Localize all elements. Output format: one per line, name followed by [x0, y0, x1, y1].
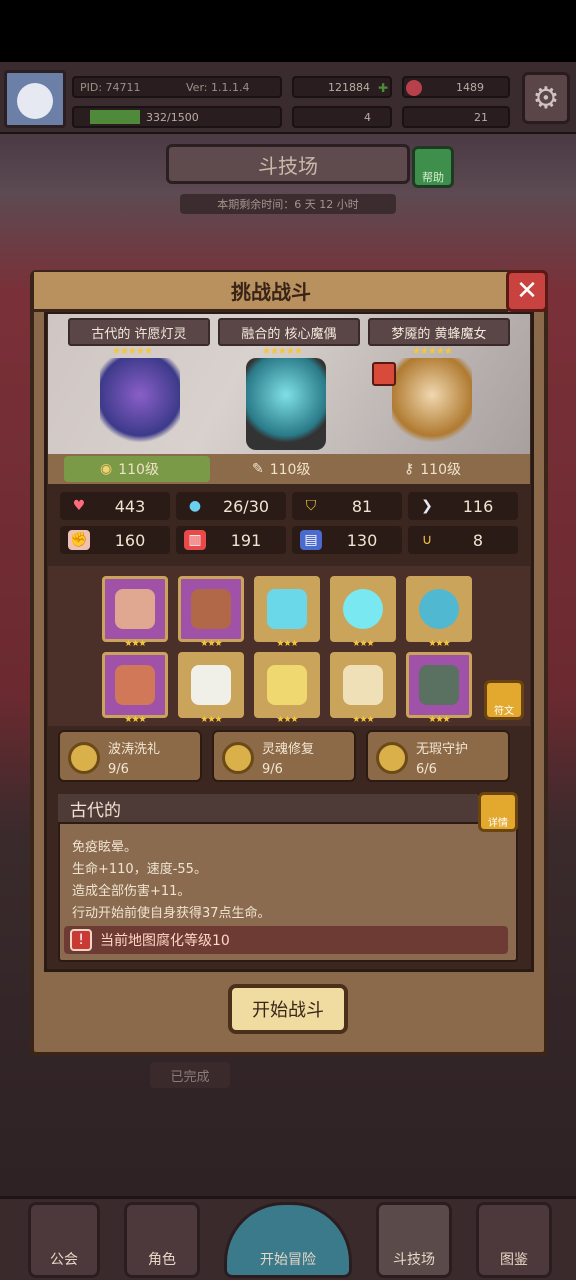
belt-icon — [343, 665, 383, 705]
warning-icon: ! — [70, 929, 92, 951]
angel-armor-item[interactable]: ★★★ — [178, 652, 244, 725]
dragon-helm-item[interactable]: ★★★ — [102, 652, 168, 725]
char-name-2: 融合的 核心魔偶 — [218, 318, 360, 346]
stat-luck: ∪ 8 — [408, 526, 518, 554]
desc-line-3: 造成全部伤害+11。 — [72, 884, 191, 899]
heart-amulet-icon — [267, 589, 307, 629]
description-title: 古代的 — [58, 794, 478, 824]
level-2: ✎ 110级 — [252, 461, 311, 478]
level-1: ◉ 110级 — [100, 461, 159, 478]
pid-text: PID: 74711 — [80, 81, 141, 94]
crystal-orb-icon — [343, 589, 383, 629]
stat-magic: ▥ 191 — [176, 526, 286, 554]
exp-bar: 332/1500 — [72, 106, 282, 128]
wing-icon: ❯ — [421, 498, 433, 514]
nav-arena[interactable]: 斗技场 — [376, 1202, 452, 1278]
player-avatar[interactable] — [4, 70, 66, 128]
nav-codex[interactable]: 图鉴 — [476, 1202, 552, 1278]
set-bonus-1[interactable]: 波涛洗礼 9/6 — [58, 730, 202, 782]
gem-counter: 1489 — [402, 76, 510, 98]
nav-character[interactable]: 角色 — [124, 1202, 200, 1278]
char-name-1: 古代的 许愿灯灵 — [68, 318, 210, 346]
corruption-warning: ! 当前地图腐化等级10 — [64, 926, 508, 954]
scroll-icon: ▤ — [300, 530, 322, 550]
leaf-icon: ✎ — [252, 461, 264, 477]
scroll-item[interactable]: ★★★ — [254, 652, 320, 725]
heart-icon: ♥ — [72, 498, 86, 514]
coin-icon — [68, 742, 100, 774]
scroll-item-icon — [267, 665, 307, 705]
clover-counter: 4 — [292, 106, 392, 128]
rune-button[interactable]: 符文 — [484, 680, 524, 720]
clover-icon: ✚ — [378, 81, 389, 95]
boots-icon — [419, 665, 459, 705]
char-stars-2: ★★★★★ — [262, 346, 303, 357]
desc-line-2: 生命+110，速度-55。 — [72, 862, 207, 877]
exp-fill — [90, 110, 140, 124]
core-golem-sprite[interactable] — [246, 358, 326, 450]
urn-icon — [191, 589, 231, 629]
hornet-witch-sprite[interactable] — [392, 358, 472, 450]
version-text: Ver: 1.1.1.4 — [186, 81, 250, 94]
lamp-genie-sprite[interactable] — [100, 358, 180, 450]
dialog-title: 挑战战斗 — [34, 272, 508, 312]
level-3: ⚷ 110级 — [404, 461, 461, 478]
close-button[interactable]: ✕ — [506, 270, 548, 312]
desc-line-1: 免疫眩晕。 — [72, 840, 138, 855]
fist-icon: ✊ — [68, 530, 90, 550]
mana-drop-icon: ● — [188, 498, 202, 514]
help-button[interactable]: 帮助 — [412, 146, 454, 188]
nav-guild[interactable]: 公会 — [28, 1202, 100, 1278]
key-icon: ⚷ — [404, 461, 415, 477]
stat-hp: ♥ 443 — [60, 492, 170, 520]
boots-item[interactable]: ★★★ — [406, 652, 472, 725]
ticket-counter: 21 — [402, 106, 510, 128]
coin-icon — [222, 742, 254, 774]
shield-icon: ⛉ — [305, 498, 317, 514]
staff-icon — [115, 589, 155, 629]
gear-icon[interactable]: ⚙ — [522, 72, 570, 124]
gold-counter: 121884 ✚ — [292, 76, 392, 98]
staff-item[interactable]: ★★★ — [102, 576, 168, 649]
stat-attack: ✊ 160 — [60, 526, 170, 554]
char-stars-1: ★★★★★ — [112, 346, 153, 357]
crystal-orb-item[interactable]: ★★★ — [330, 576, 396, 649]
help-label: 帮助 — [422, 171, 444, 184]
season-timer: 本期剩余时间：6 天 12 小时 — [180, 194, 396, 214]
pid-version-bar: PID: 74711 Ver: 1.1.1.4 — [72, 76, 282, 98]
treasure-chest-icon[interactable] — [372, 362, 396, 386]
desc-line-4: 行动开始前使自身获得37点生命。 — [72, 906, 271, 921]
detail-button[interactable]: 详情 — [478, 792, 518, 832]
gem-icon — [406, 80, 422, 96]
coin-icon — [376, 742, 408, 774]
horseshoe-icon: ∪ — [421, 532, 433, 548]
exp-text: 332/1500 — [146, 111, 199, 124]
char-name-3: 梦魇的 黄蜂魔女 — [368, 318, 510, 346]
dragon-helm-icon — [115, 665, 155, 705]
arena-title: 斗技场 — [166, 144, 410, 184]
char-stars-3: ★★★★★ — [412, 346, 453, 357]
set-bonus-2[interactable]: 灵魂修复 9/6 — [212, 730, 356, 782]
stat-resist: ▤ 130 — [292, 526, 402, 554]
start-battle-button[interactable]: 开始战斗 — [228, 984, 348, 1034]
book-icon: ▥ — [184, 530, 206, 550]
medal-icon: ◉ — [100, 461, 113, 477]
set-bonus-3[interactable]: 无瑕守护 6/6 — [366, 730, 510, 782]
belt-item[interactable]: ★★★ — [330, 652, 396, 725]
heart-amulet-item[interactable]: ★★★ — [254, 576, 320, 649]
ring-item[interactable]: ★★★ — [406, 576, 472, 649]
stat-defense: ⛉ 81 — [292, 492, 402, 520]
stat-mana: ● 26/30 — [176, 492, 286, 520]
stat-speed: ❯ 116 — [408, 492, 518, 520]
urn-item[interactable]: ★★★ — [178, 576, 244, 649]
ring-icon — [419, 589, 459, 629]
completed-tag: 已完成 — [150, 1062, 230, 1088]
angel-armor-icon — [191, 665, 231, 705]
